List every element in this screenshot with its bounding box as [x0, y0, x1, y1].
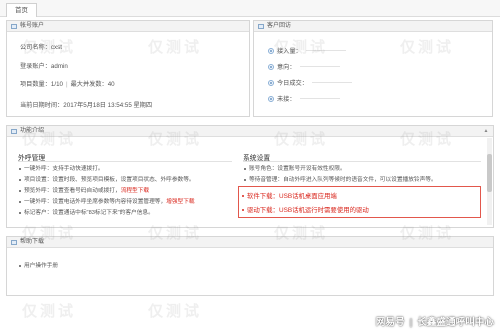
business-item: 项目设置：设置时段、预览项目模板，设置项目状态、外呼参数等。 — [19, 176, 195, 184]
account-panel-header: 帐号账户 — [7, 21, 249, 32]
driver-download-link[interactable]: 驱动下载：USB话机运行时需要使用的驱动 — [242, 205, 369, 214]
help-panel: 帮助下载 用户操作手册 — [6, 236, 494, 296]
todo-item[interactable]: 意向： — [268, 62, 340, 71]
bullet-circle-icon — [268, 95, 274, 102]
todo-panel-header: 客户回访 — [254, 21, 492, 32]
bullet-dot — [244, 178, 246, 181]
help-panel-header: 帮助下载 — [7, 237, 493, 248]
todo-item[interactable]: 未接： — [268, 94, 340, 103]
download-link[interactable]: 增强型下载 — [166, 199, 194, 205]
todo-item[interactable]: 接入量： — [268, 46, 346, 55]
function-panel-header: 功能介绍 ▲ — [7, 126, 493, 137]
system-item: 等待音管理：自动外呼进入队列等候时的语音文件，可以设置播放铃声等。 — [244, 176, 437, 184]
value-line — [299, 66, 340, 67]
software-download-link[interactable]: 软件下载：USB话机桌面应用端 — [242, 191, 337, 200]
business-item: 一键外呼：设置电话外呼坐席参数等内容待设置管理等，增强型下载 — [19, 198, 195, 206]
bullet-circle-icon — [268, 79, 274, 86]
business-item: 一键外呼：支持手动快速拨打。 — [19, 165, 104, 173]
panel-icon — [11, 240, 17, 245]
download-highlight-box: 软件下载：USB话机桌面应用端 驱动下载：USB话机运行时需要使用的驱动 — [238, 186, 481, 218]
bullet-dot — [242, 209, 244, 212]
panel-icon — [11, 24, 17, 29]
value-line — [299, 98, 340, 99]
bullet-circle-icon — [268, 47, 274, 54]
user-manual-link[interactable]: 用户操作手册 — [19, 262, 58, 270]
account-panel: 帐号账户 公司名称：cxst 登录账户：admin 项目数量：1/10 | 最大并发… — [6, 20, 250, 117]
scrollbar-thumb[interactable] — [487, 154, 492, 192]
help-panel-title: 帮助下载 — [20, 239, 45, 245]
panel-icon — [11, 129, 17, 134]
system-item: 账号角色：设置账号开设有效性权限。 — [244, 165, 346, 173]
todo-item[interactable]: 今日成交： — [268, 78, 352, 87]
brand-name: 长鑫盛通呼叫中心 — [417, 317, 494, 328]
max-concurrency: 最大并发数：40 — [70, 81, 115, 88]
login-account: 登录账户：admin — [20, 63, 68, 70]
bullet-dot — [19, 178, 21, 181]
todo-panel: 客户回访 接入量： 意向： 今日成交： 未接： — [253, 20, 493, 117]
bullet-dot — [19, 189, 21, 192]
panel-icon — [258, 24, 264, 29]
business-item: 标记客户：设置通话中标"83标记下来"的客户信息。 — [19, 209, 154, 217]
section-divider — [243, 161, 481, 162]
bullet-dot — [19, 167, 21, 170]
value-line — [311, 82, 352, 83]
tab-home[interactable]: 首页 — [6, 3, 37, 17]
current-datetime: 当前日期时间：2017年5月18日 13:54:55 星期四 — [20, 102, 153, 109]
company-name: 公司名称：cxst — [20, 44, 62, 51]
bullet-dot — [244, 167, 246, 170]
project-count: 项目数量：1/10 — [20, 81, 63, 88]
site-name: 网易号 — [375, 317, 405, 328]
scrollbar[interactable] — [487, 138, 492, 225]
project-stats: 项目数量：1/10 | 最大并发数：40 — [20, 79, 115, 88]
bullet-dot — [19, 211, 21, 214]
business-item: 预览外呼：设置查看号码自动或拨打，流程型下载 — [19, 187, 149, 195]
separator: | — [409, 317, 413, 328]
bullet-dot — [242, 195, 244, 198]
tab-bar: 首页 — [0, 0, 500, 17]
collapse-icon[interactable]: ▲ — [483, 128, 489, 134]
bullet-dot — [19, 264, 21, 267]
watermark: 仅测试 — [148, 303, 203, 320]
function-panel-title: 功能介绍 — [20, 128, 45, 134]
bullet-dot — [19, 200, 21, 203]
watermark: 仅测试 — [22, 303, 77, 320]
function-panel: 功能介绍 ▲ 外呼管理 一键外呼：支持手动快速拨打。 项目设置：设置时段、预览项… — [6, 125, 494, 228]
section-divider — [18, 161, 232, 162]
todo-panel-title: 客户回访 — [267, 23, 292, 29]
separator: | — [65, 81, 68, 88]
bullet-circle-icon — [268, 63, 274, 70]
download-link[interactable]: 流程型下载 — [121, 188, 149, 194]
corner-brand: 网易号 | 长鑫盛通呼叫中心 — [376, 314, 494, 328]
value-line — [305, 50, 346, 51]
account-panel-title: 帐号账户 — [20, 23, 45, 29]
